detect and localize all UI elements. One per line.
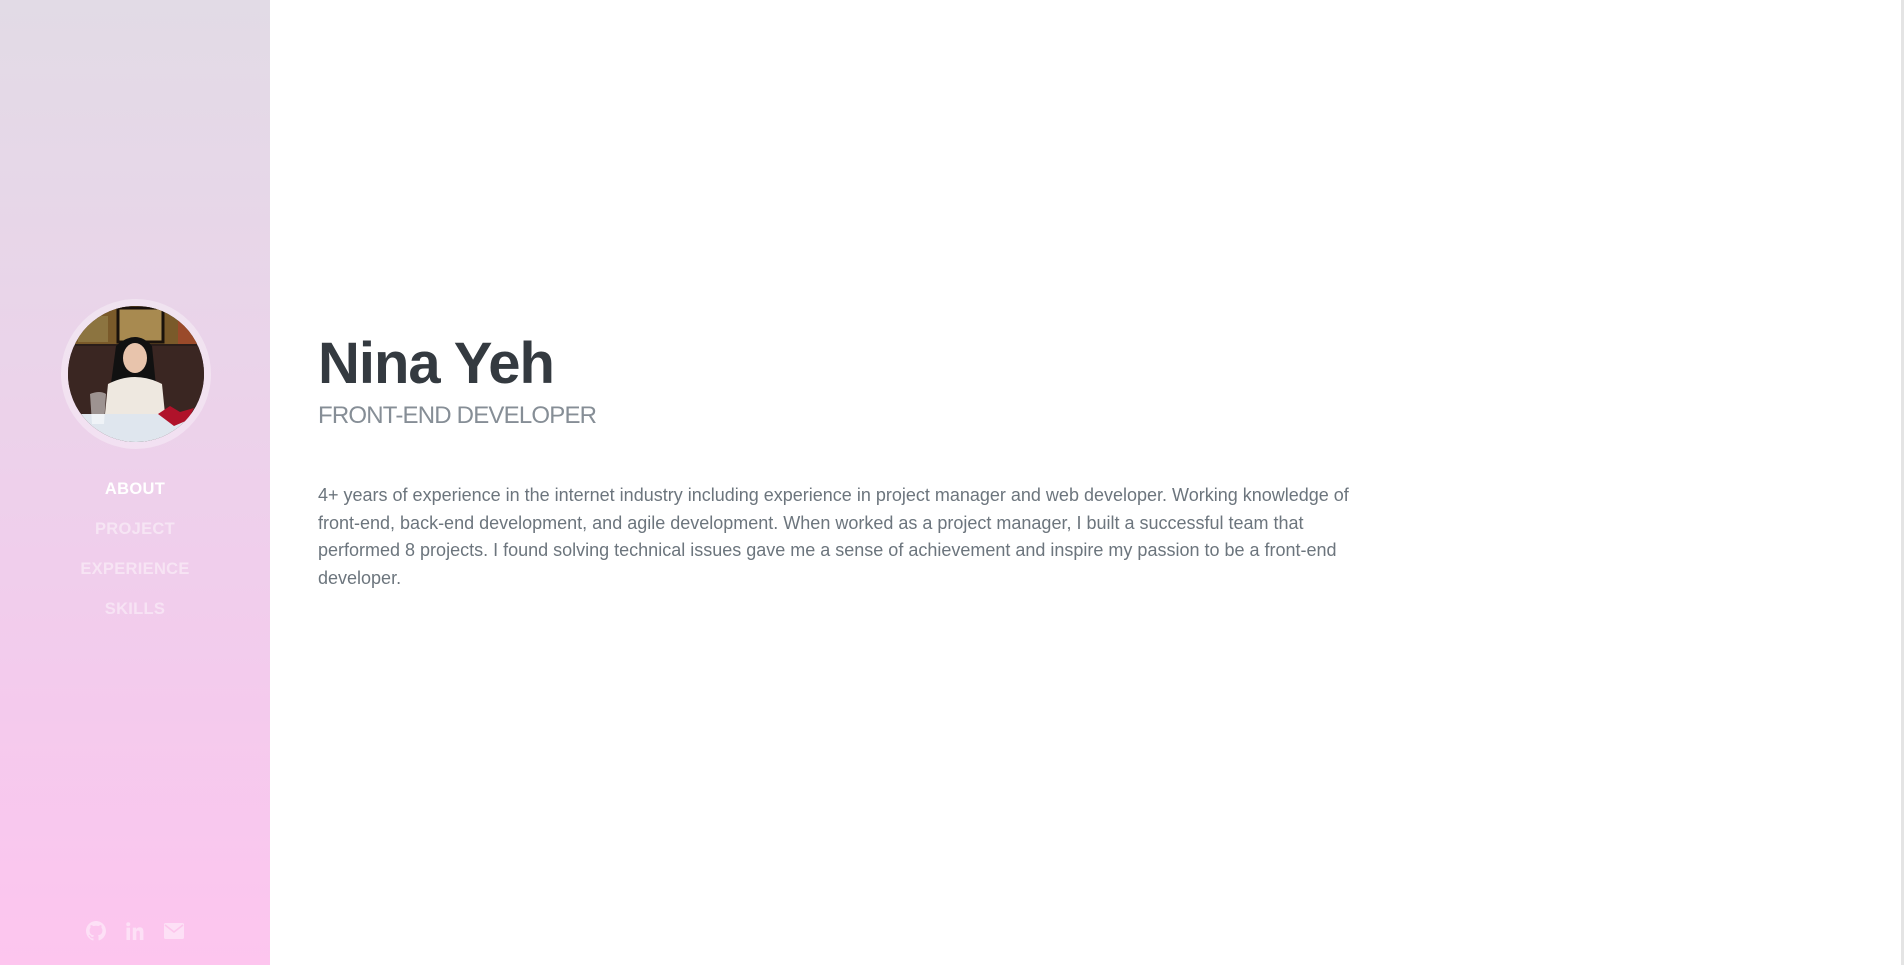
nav-experience[interactable]: EXPERIENCE (0, 557, 270, 597)
bio-paragraph: 4+ years of experience in the internet i… (318, 485, 1349, 588)
job-title: FRONT-END DEVELOPER (318, 402, 597, 429)
nav-about[interactable]: ABOUT (0, 477, 270, 517)
avatar (61, 299, 211, 449)
sidebar-nav: ABOUT PROJECT EXPERIENCE SKILLS (0, 477, 270, 637)
envelope-icon[interactable] (164, 920, 184, 942)
nav-skills[interactable]: SKILLS (0, 597, 270, 637)
profile-photo (68, 306, 204, 442)
sidebar: ABOUT PROJECT EXPERIENCE SKILLS (0, 0, 270, 965)
nav-project[interactable]: PROJECT (0, 517, 270, 557)
page-title: Nina Yeh (318, 331, 555, 396)
github-icon[interactable] (86, 920, 106, 942)
linkedin-icon[interactable] (125, 920, 145, 942)
social-links (0, 920, 270, 942)
